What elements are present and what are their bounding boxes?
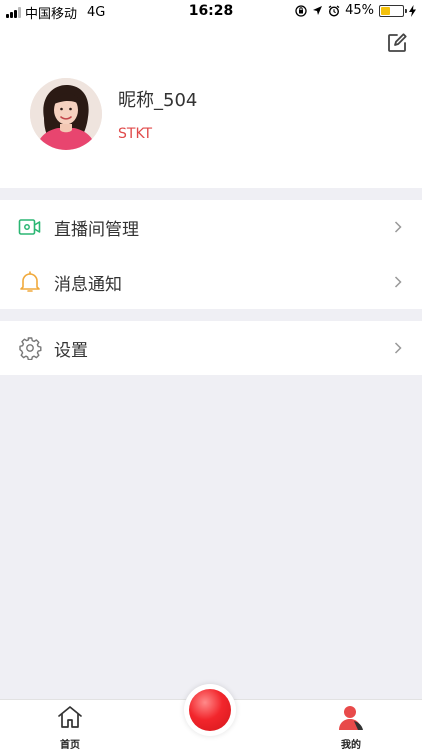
bell-icon: [20, 271, 40, 292]
status-right: 45%: [295, 3, 416, 18]
avatar-portrait: [30, 78, 102, 150]
nickname: 昵称_504: [118, 90, 198, 111]
record-button[interactable]: [184, 684, 236, 736]
menu-group-primary: 直播间管理 消息通知: [0, 200, 422, 309]
tab-mine-label: 我的: [341, 740, 361, 751]
chevron-right-icon: [394, 221, 402, 233]
orientation-lock-icon: [295, 4, 307, 17]
menu-group-secondary: 设置: [0, 321, 422, 375]
menu-item-settings[interactable]: 设置: [0, 321, 422, 375]
location-icon: [313, 6, 323, 15]
battery-percent: 45%: [345, 3, 374, 18]
tab-home-label: 首页: [60, 740, 80, 751]
chevron-right-icon: [394, 276, 402, 288]
menu-item-label: 消息通知: [54, 275, 122, 295]
menu-item-live-room[interactable]: 直播间管理: [0, 200, 422, 254]
alarm-icon: [328, 4, 340, 17]
user-icon: [339, 706, 363, 730]
charging-icon: [409, 4, 416, 17]
gear-icon: [19, 337, 42, 360]
menu-item-label: 直播间管理: [54, 220, 139, 240]
edit-icon[interactable]: [386, 32, 408, 54]
live-room-icon: [18, 219, 41, 235]
battery-icon: [379, 4, 407, 17]
home-icon: [58, 706, 82, 728]
profile-subtitle: STKT: [118, 126, 153, 142]
tab-home[interactable]: 首页: [40, 704, 100, 751]
chevron-right-icon: [394, 342, 402, 354]
tab-mine[interactable]: 我的: [321, 704, 381, 751]
menu-item-notifications[interactable]: 消息通知: [0, 255, 422, 309]
avatar[interactable]: [30, 78, 102, 150]
menu-item-label: 设置: [54, 341, 88, 361]
record-icon: [189, 689, 231, 731]
status-bar: 中国移动 4G 16:28 45%: [0, 0, 422, 22]
profile-header: 昵称_504 STKT: [0, 22, 422, 188]
